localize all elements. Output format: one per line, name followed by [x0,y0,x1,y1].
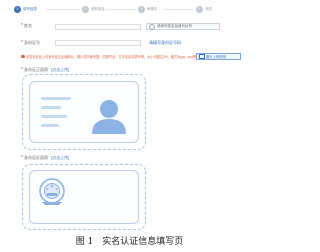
front-upload-link[interactable]: [点击上传] [51,67,69,73]
step-label: 完成 [205,6,212,11]
step-label: 资料验证 [91,6,105,11]
front-label-group: * 身份证正面照 [点击上传] [21,67,69,73]
step-number: 3 [138,5,145,13]
name-input[interactable] [55,24,141,30]
step-connector [46,8,80,10]
step-4: 4 完成 [196,4,212,14]
name-label-group: * 姓名 [21,23,32,29]
step-number: 1 [14,5,21,13]
fill-info-button-label: 请填写姓名及身份证号 [157,24,192,28]
back-label-group: * 身份证反面照 [点击上传] [21,155,69,161]
info-icon [149,23,155,30]
image-icon [199,54,205,59]
fill-info-button[interactable]: 请填写姓名及身份证号 [146,23,220,30]
front-photo-label: 身份证正面照 [23,67,48,72]
back-upload-area[interactable] [22,164,146,230]
id-card-front-illustration [41,97,126,134]
back-photo-label: 身份证反面照 [23,155,48,160]
id-number-link[interactable]: 请填写身份证号码 [149,40,181,46]
front-upload-area[interactable] [22,74,146,150]
figure-caption: 图 1 实名认证信息填写页 [75,237,184,247]
required-mark: * [21,23,23,29]
step-number: 2 [82,5,89,13]
step-connector [106,8,136,10]
required-mark: * [21,155,23,161]
back-upload-link[interactable]: [点击上传] [51,155,69,161]
step-label: 填写信息 [23,6,37,11]
id-number-input[interactable] [55,40,141,46]
required-mark: * [21,40,23,46]
upload-guide-button[interactable]: 图片上传说明 [196,53,241,60]
upload-notice-text: 请您在此处上传身份证正反面照片，照片需清晰完整、四角齐全，文字信息清楚可辨，大小… [26,55,198,59]
step-1: 1 填写信息 [14,4,37,14]
name-label: 姓名 [23,23,32,28]
step-2: 2 资料验证 [82,4,105,14]
warning-icon [21,54,25,59]
step-3: 3 审核中 [138,4,158,14]
step-number: 4 [196,5,203,13]
step-label: 审核中 [147,6,158,11]
required-mark: * [21,67,23,73]
upload-guide-button-label: 图片上传说明 [206,55,226,59]
id-card-front-placeholder [29,81,139,143]
step-connector [163,8,193,10]
id-number-label: 身份证号 [23,40,40,45]
national-emblem-icon [39,178,65,205]
id-card-back-placeholder [29,170,139,224]
id-label-group: * 身份证号 [21,40,40,46]
